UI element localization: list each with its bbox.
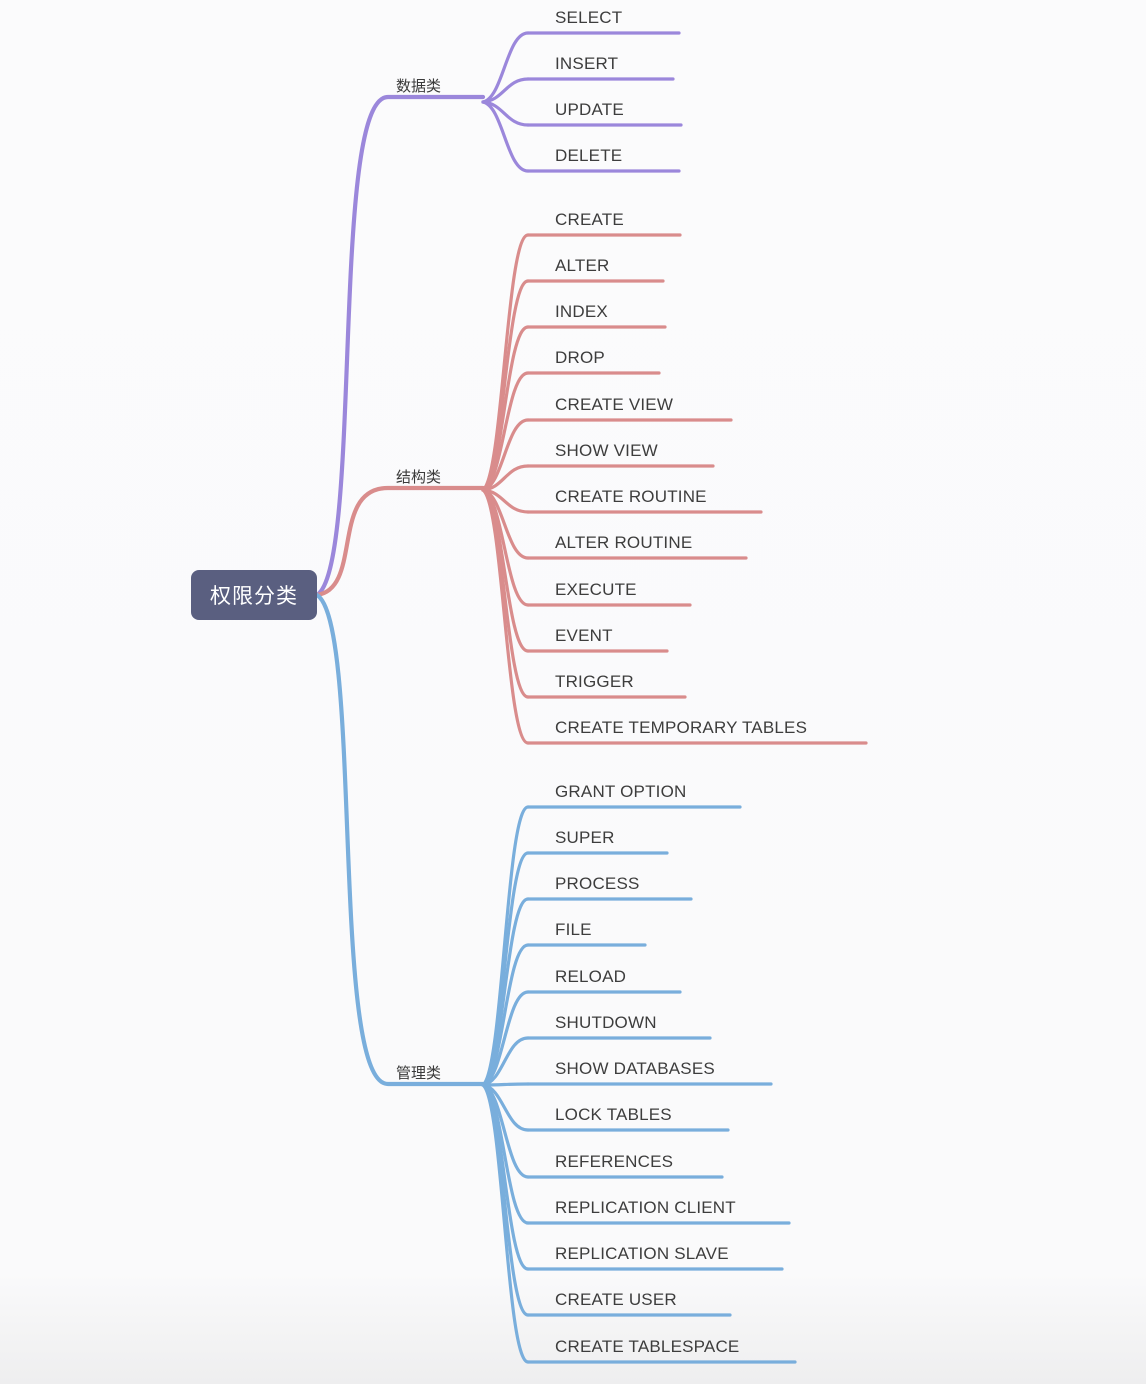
leaf-node-replication-client[interactable]: REPLICATION CLIENT	[555, 1198, 736, 1218]
branch-trunk	[314, 485, 486, 598]
leaf-connector	[481, 1082, 530, 1087]
leaf-node-select[interactable]: SELECT	[555, 8, 622, 28]
leaf-node-super[interactable]: SUPER	[555, 828, 615, 848]
root-node-label: 权限分类	[210, 585, 298, 608]
leaf-node-create-view[interactable]: CREATE VIEW	[555, 395, 673, 415]
leaf-connector	[481, 851, 530, 1087]
leaf-node-event[interactable]: EVENT	[555, 626, 613, 646]
branch-trunk	[314, 592, 486, 1087]
leaf-connector	[481, 1083, 530, 1364]
mindmap-edges	[314, 31, 868, 1364]
leaf-node-delete[interactable]: DELETE	[555, 146, 622, 166]
leaf-node-create[interactable]: CREATE	[555, 210, 624, 230]
leaf-node-create-temporary-tables[interactable]: CREATE TEMPORARY TABLES	[555, 718, 807, 738]
leaf-connector	[481, 488, 530, 699]
leaf-node-trigger[interactable]: TRIGGER	[555, 672, 634, 692]
branch-node-2[interactable]: 管理类	[396, 1062, 441, 1083]
leaf-node-create-user[interactable]: CREATE USER	[555, 1290, 677, 1310]
leaf-node-reload[interactable]: RELOAD	[555, 967, 626, 987]
leaf-node-index[interactable]: INDEX	[555, 302, 608, 322]
leaf-connector	[481, 1083, 530, 1317]
branch-trunk	[314, 94, 486, 598]
leaf-connector	[481, 279, 530, 492]
leaf-node-drop[interactable]: DROP	[555, 348, 605, 368]
leaf-node-process[interactable]: PROCESS	[555, 874, 640, 894]
leaf-node-lock-tables[interactable]: LOCK TABLES	[555, 1105, 672, 1125]
leaf-node-update[interactable]: UPDATE	[555, 100, 624, 120]
leaf-node-file[interactable]: FILE	[555, 920, 592, 940]
leaf-node-grant-option[interactable]: GRANT OPTION	[555, 782, 687, 802]
leaf-node-alter-routine[interactable]: ALTER ROUTINE	[555, 533, 692, 553]
leaf-node-shutdown[interactable]: SHUTDOWN	[555, 1013, 657, 1033]
leaf-node-create-routine[interactable]: CREATE ROUTINE	[555, 487, 707, 507]
leaf-node-alter[interactable]: ALTER	[555, 256, 610, 276]
leaf-node-execute[interactable]: EXECUTE	[555, 580, 637, 600]
leaf-node-show-databases[interactable]: SHOW DATABASES	[555, 1059, 715, 1079]
leaf-node-insert[interactable]: INSERT	[555, 54, 618, 74]
leaf-node-references[interactable]: REFERENCES	[555, 1152, 673, 1172]
leaf-node-create-tablespace[interactable]: CREATE TABLESPACE	[555, 1337, 739, 1357]
leaf-node-show-view[interactable]: SHOW VIEW	[555, 441, 658, 461]
leaf-node-replication-slave[interactable]: REPLICATION SLAVE	[555, 1244, 729, 1264]
branch-node-1[interactable]: 结构类	[396, 466, 441, 487]
branch-node-0[interactable]: 数据类	[396, 75, 441, 96]
root-node[interactable]: 权限分类	[191, 570, 317, 620]
mindmap-canvas: 权限分类 数据类结构类管理类 SELECT INSERT UPDATE DELETE C…	[0, 0, 1146, 1384]
